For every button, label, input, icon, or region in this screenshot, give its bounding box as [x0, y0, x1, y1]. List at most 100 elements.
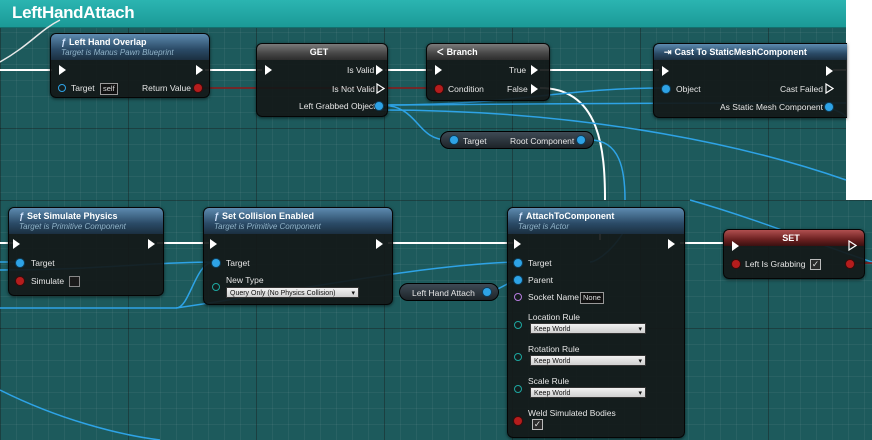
exec-out-pin[interactable] [196, 65, 203, 75]
exec-in-pin[interactable] [59, 65, 66, 75]
location-rule-pin[interactable] [514, 321, 522, 329]
cast-failed-pin[interactable] [825, 83, 834, 94]
node-title: Set Simulate Physics [27, 211, 118, 221]
graph-title-bar: LeftHandAttach [0, 0, 846, 28]
target-label: Target [71, 83, 95, 93]
location-rule-dropdown[interactable]: Keep World ▾ [530, 323, 646, 334]
node-get[interactable]: GET Is Valid Is Not Valid Left Grabbed O… [256, 43, 388, 117]
left-is-grabbing-out-pin[interactable] [846, 260, 854, 268]
node-title: Cast To StaticMeshComponent [674, 47, 807, 57]
false-pin[interactable] [531, 84, 538, 94]
socket-name-pin[interactable] [514, 293, 522, 301]
exec-out-pin[interactable] [668, 239, 675, 249]
node-header: GET [257, 44, 387, 60]
node-title: GET [309, 47, 329, 57]
simulate-pin[interactable] [16, 277, 24, 285]
weld-simulated-bodies-pin[interactable] [514, 417, 522, 425]
weld-simulated-bodies-checkbox[interactable]: ✓ [532, 419, 543, 430]
target-label: Target [528, 258, 552, 268]
socket-name-value[interactable]: None [580, 292, 604, 304]
parent-pin[interactable] [514, 276, 522, 284]
function-icon: ƒ [61, 37, 67, 47]
scale-rule-pin[interactable] [514, 385, 522, 393]
node-subtitle: Target is Primitive Component [19, 222, 126, 231]
location-rule-value: Keep World [534, 326, 571, 333]
is-valid-pin[interactable] [376, 65, 383, 75]
false-label: False [507, 84, 528, 94]
exec-in-pin[interactable] [435, 65, 442, 75]
exec-in-pin[interactable] [210, 239, 217, 249]
scale-rule-value: Keep World [534, 390, 571, 397]
exec-in-pin[interactable] [662, 66, 669, 76]
node-header: ƒ Left Hand Overlap Target is Manus Pawn … [51, 34, 209, 60]
rotation-rule-dropdown[interactable]: Keep World ▾ [530, 355, 646, 366]
exec-in-pin[interactable] [265, 65, 272, 75]
object-label: Object [676, 84, 701, 94]
target-value[interactable]: self [100, 83, 118, 95]
parent-label: Parent [528, 275, 554, 285]
target-pin[interactable] [514, 259, 522, 267]
new-type-value: Query Only (No Physics Collision) [230, 290, 336, 297]
root-component-pin[interactable] [577, 136, 585, 144]
node-get-root-component[interactable]: Target Root Component [440, 131, 594, 149]
is-not-valid-label: Is Not Valid [332, 84, 375, 94]
target-pin[interactable] [58, 84, 66, 92]
weld-simulated-bodies-label: Weld Simulated Bodies [528, 408, 616, 418]
node-header: ƒ AttachToComponent Target is Actor [508, 208, 684, 234]
function-icon: ƒ [19, 211, 25, 221]
exec-out-pin[interactable] [826, 66, 833, 76]
scale-rule-dropdown[interactable]: Keep World ▾ [530, 387, 646, 398]
as-static-mesh-pin[interactable] [825, 103, 833, 111]
checkmark-icon: ✓ [811, 259, 820, 269]
exec-out-pin[interactable] [148, 239, 155, 249]
node-branch[interactable]: ᐸ Branch True Condition False [426, 43, 550, 101]
chevron-down-icon: ▾ [638, 358, 642, 365]
rotation-rule-pin[interactable] [514, 353, 522, 361]
node-left-hand-overlap[interactable]: ƒ Left Hand Overlap Target is Manus Pawn … [50, 33, 210, 98]
exec-in-pin[interactable] [732, 241, 739, 251]
cast-failed-label: Cast Failed [780, 84, 823, 94]
left-grabbed-object-pin[interactable] [375, 102, 383, 110]
exec-out-pin[interactable] [376, 239, 383, 249]
node-cast-to-static-mesh[interactable]: ⇥ Cast To StaticMeshComponent Object Cast… [653, 43, 847, 118]
node-subtitle: Target is Primitive Component [214, 222, 321, 231]
return-value-pin[interactable] [194, 84, 202, 92]
left-is-grabbing-checkbox[interactable]: ✓ [810, 259, 821, 270]
simulate-checkbox[interactable] [69, 276, 80, 287]
simulate-label: Simulate [31, 276, 65, 286]
condition-pin[interactable] [435, 85, 443, 93]
true-pin[interactable] [531, 65, 538, 75]
left-grabbed-object-label: Left Grabbed Object [299, 101, 376, 111]
is-valid-label: Is Valid [347, 65, 375, 75]
chevron-down-icon: ▾ [638, 326, 642, 333]
function-icon: ƒ [214, 211, 220, 221]
exec-in-pin[interactable] [514, 239, 521, 249]
is-not-valid-pin[interactable] [376, 83, 385, 94]
return-value-label: Return Value [142, 83, 191, 93]
blueprint-graph-canvas[interactable]: LeftHandAttach ƒ Left Hand Overlap Targe… [0, 0, 872, 440]
node-title: Branch [446, 47, 478, 57]
node-set-simulate-physics[interactable]: ƒ Set Simulate Physics Target is Primitiv… [8, 207, 164, 296]
left-hand-attach-pin[interactable] [483, 288, 491, 296]
new-type-dropdown[interactable]: Query Only (No Physics Collision) ▾ [226, 287, 359, 298]
exec-in-pin[interactable] [13, 239, 20, 249]
node-header: ƒ Set Collision Enabled Target is Primiti… [204, 208, 392, 234]
node-subtitle: Target is Actor [518, 222, 569, 231]
new-type-pin[interactable] [212, 283, 220, 291]
root-component-label: Root Component [510, 136, 575, 146]
object-pin[interactable] [662, 85, 670, 93]
target-label: Target [31, 258, 55, 268]
target-pin[interactable] [16, 259, 24, 267]
node-attach-to-component[interactable]: ƒ AttachToComponent Target is Actor Targe… [507, 207, 685, 438]
node-left-hand-attach[interactable]: Left Hand Attach [399, 283, 499, 301]
node-title: AttachToComponent [526, 211, 615, 221]
target-pin[interactable] [450, 136, 458, 144]
location-rule-label: Location Rule [528, 312, 580, 322]
node-set-left-is-grabbing[interactable]: SET Left Is Grabbing ✓ [723, 229, 865, 279]
exec-out-pin[interactable] [848, 240, 857, 251]
target-pin[interactable] [212, 259, 220, 267]
node-title: Set Collision Enabled [222, 211, 315, 221]
scale-rule-label: Scale Rule [528, 376, 570, 386]
node-set-collision-enabled[interactable]: ƒ Set Collision Enabled Target is Primiti… [203, 207, 393, 305]
left-is-grabbing-in-pin[interactable] [732, 260, 740, 268]
